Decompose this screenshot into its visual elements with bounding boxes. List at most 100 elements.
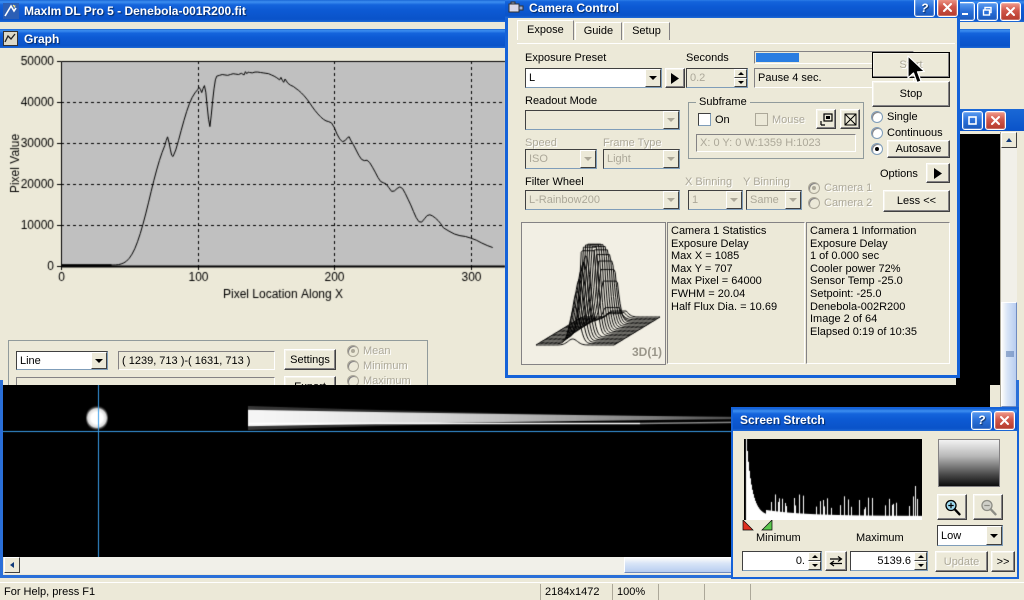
exposure-status-text: Pause 4 sec.: [758, 72, 822, 84]
screen-stretch-close-button[interactable]: [994, 410, 1015, 430]
speed-combo[interactable]: ISO: [525, 149, 597, 169]
chevron-down-icon[interactable]: [663, 111, 679, 129]
chevron-down-icon[interactable]: [580, 150, 596, 168]
scroll-up-button[interactable]: [1001, 132, 1017, 148]
spin-down-icon[interactable]: [914, 561, 927, 570]
checkbox-icon: [698, 113, 711, 126]
zoom-in-button[interactable]: [937, 494, 967, 520]
main-restore-button[interactable]: [977, 2, 998, 21]
spin-down-icon[interactable]: [808, 561, 821, 570]
camera-control-window: Camera Control ? Expose Guide Setup Expo…: [505, 0, 960, 378]
maximum-spinner[interactable]: 5139.6: [850, 551, 928, 571]
chevron-down-icon[interactable]: [785, 191, 801, 209]
main-close-button[interactable]: [1000, 2, 1021, 21]
radio-dot-icon: [871, 127, 883, 139]
seconds-spin-buttons[interactable]: [734, 69, 747, 87]
readout-mode-combo[interactable]: [525, 110, 680, 130]
camera-control-titlebar[interactable]: Camera Control ?: [505, 0, 960, 18]
chevron-down-icon[interactable]: [726, 191, 742, 209]
options-button[interactable]: [926, 163, 950, 183]
minimum-spinner[interactable]: 0.: [742, 551, 822, 571]
camera-control-window-buttons[interactable]: ?: [914, 0, 958, 17]
camera-control-tabs[interactable]: Expose Guide Setup: [517, 20, 671, 40]
camera-control-help-button[interactable]: ?: [914, 0, 935, 17]
minimum-marker-icon[interactable]: [742, 520, 754, 531]
spin-down-icon[interactable]: [734, 78, 747, 87]
histogram-canvas[interactable]: [744, 439, 922, 520]
autosave-button[interactable]: Autosave: [887, 140, 950, 158]
chevron-down-icon[interactable]: [663, 191, 679, 209]
subframe-on-checkbox[interactable]: On: [698, 113, 730, 126]
seconds-spinner[interactable]: 0.2: [686, 68, 748, 88]
camera-information-panel: Camera 1 Information Exposure Delay 1 of…: [806, 222, 950, 364]
exposure-preset-value: L: [529, 72, 536, 84]
stat-line: Max Pixel = 64000: [671, 275, 762, 288]
mode-autosave-radio[interactable]: [871, 143, 887, 155]
readout-mode-label: Readout Mode: [525, 95, 598, 107]
radio-dot-icon: [808, 182, 820, 194]
chevron-down-icon[interactable]: [645, 69, 661, 87]
tab-underline: [517, 43, 955, 44]
graph-icon: [3, 30, 19, 47]
filter-wheel-value: L-Rainbow200: [529, 194, 600, 206]
mode-single-radio[interactable]: Single: [871, 111, 918, 123]
y-binning-combo[interactable]: Same: [746, 190, 802, 210]
camera-1-radio[interactable]: Camera 1: [808, 182, 872, 194]
update-button[interactable]: Update: [935, 551, 988, 572]
maximum-spin-buttons[interactable]: [914, 552, 927, 570]
spin-up-icon[interactable]: [734, 69, 747, 78]
subframe-coords-value: X: 0 Y: 0 W:1359 H:1023: [700, 137, 821, 149]
spin-up-icon[interactable]: [914, 552, 927, 561]
screen-stretch-titlebar[interactable]: Screen Stretch ?: [733, 409, 1017, 431]
scroll-vertical-thumb[interactable]: [1001, 302, 1017, 407]
chevron-down-icon[interactable]: [986, 526, 1002, 545]
x-binning-combo[interactable]: 1: [688, 190, 743, 210]
stat-line: FWHM = 20.04: [671, 287, 746, 300]
exposure-preset-label: Exposure Preset: [525, 52, 607, 64]
mode-continuous-radio[interactable]: Continuous: [871, 127, 943, 139]
zoom-out-button[interactable]: [973, 494, 1003, 520]
stretch-mode-combo[interactable]: Low: [937, 525, 1003, 546]
seconds-label: Seconds: [686, 52, 729, 64]
minimum-label: Minimum: [756, 532, 801, 544]
frame-type-value: Light: [607, 153, 631, 165]
subframe-reset-button[interactable]: [840, 109, 860, 129]
y-binning-value: Same: [750, 194, 779, 206]
stretch-more-button[interactable]: >>: [991, 551, 1015, 572]
screen-stretch-window-buttons[interactable]: ?: [971, 410, 1015, 430]
main-window-buttons[interactable]: [954, 2, 1021, 21]
swap-min-max-button[interactable]: [825, 551, 847, 571]
filter-wheel-combo[interactable]: L-Rainbow200: [525, 190, 680, 210]
maximum-value: 5139.6: [877, 555, 911, 567]
subframe-select-button[interactable]: [816, 109, 836, 129]
image-window-buttons[interactable]: [962, 111, 1006, 130]
exposure-preset-combo[interactable]: L: [525, 68, 662, 88]
screen-stretch-window: Screen Stretch ? Minimum Maximum 0. 5139…: [731, 407, 1019, 579]
exposure-preset-go-button[interactable]: [665, 68, 685, 88]
seconds-value: 0.2: [690, 72, 706, 84]
subframe-select-icon: [819, 112, 833, 126]
less-button[interactable]: Less <<: [883, 190, 950, 212]
image-close-button[interactable]: [985, 111, 1006, 130]
info-line: Image 2 of 64: [810, 313, 878, 326]
info-line: Sensor Temp -25.0: [810, 275, 903, 288]
frame-type-combo[interactable]: Light: [603, 149, 680, 169]
chevron-down-icon[interactable]: [663, 150, 679, 168]
scroll-left-button[interactable]: [4, 557, 20, 573]
maximum-marker-icon[interactable]: [761, 520, 773, 531]
camera-control-close-button[interactable]: [937, 0, 958, 17]
tab-expose[interactable]: Expose: [517, 20, 574, 40]
main-application-window: MaxIm DL Pro 5 - Denebola-001R200.fit Gr…: [0, 0, 1024, 600]
info-line: Elapsed 0:19 of 10:35: [810, 325, 918, 338]
screen-stretch-help-button[interactable]: ?: [971, 410, 992, 430]
spin-up-icon[interactable]: [808, 552, 821, 561]
minimum-spin-buttons[interactable]: [808, 552, 821, 570]
3d-preview-canvas[interactable]: [521, 222, 666, 365]
tab-setup[interactable]: Setup: [623, 22, 670, 40]
stat-line: Exposure Delay: [671, 237, 749, 250]
tab-guide[interactable]: Guide: [574, 22, 623, 40]
info-line: 1 of 0.000 sec: [810, 250, 880, 263]
camera-2-radio[interactable]: Camera 2: [808, 197, 872, 209]
subframe-mouse-checkbox[interactable]: Mouse: [755, 113, 805, 126]
image-restore-button[interactable]: [962, 111, 983, 130]
